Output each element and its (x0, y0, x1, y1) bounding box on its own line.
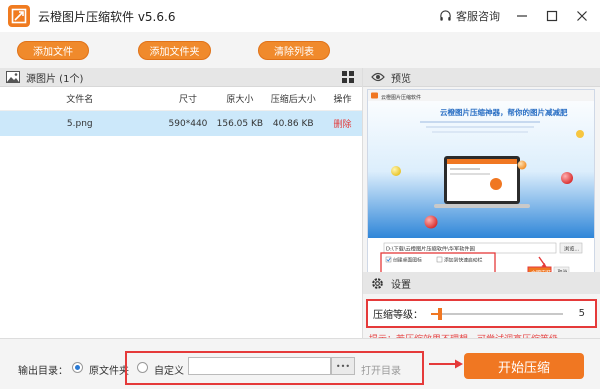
row-compressed-size: 40.86 KB (272, 118, 314, 129)
column-header-original-size: 原大小 (226, 95, 254, 105)
shot-app-name: 云橙图片压缩软件 (381, 94, 421, 101)
row-filename: 5.png (66, 118, 93, 129)
settings-header: 设置 (363, 272, 600, 294)
start-compress-button[interactable]: 开始压缩 (464, 353, 584, 379)
arrow-right-icon (429, 359, 463, 369)
source-panel-header: 源图片 (1个) (0, 68, 362, 87)
eye-icon (371, 72, 385, 82)
clear-list-button[interactable]: 清除列表 (258, 41, 330, 60)
compression-level-value: 5 (578, 308, 585, 319)
preview-image: 云橙图片压缩软件 云橙图片压缩神器，帮你的图片减减肥 D:\下载\云橙图片压缩软 (367, 89, 595, 281)
customer-service-button[interactable]: 客服咨询 (439, 8, 500, 24)
image-icon (6, 71, 20, 83)
open-directory-button[interactable]: 打开目录 (361, 362, 401, 377)
original-folder-label: 原文件夹 (89, 366, 129, 377)
grid-view-icon[interactable] (342, 71, 354, 83)
maximize-icon (546, 10, 558, 22)
headset-icon (440, 9, 451, 21)
row-original-size: 156.05 KB (216, 118, 264, 129)
compression-level-label: 压缩等级： (373, 310, 423, 321)
app-logo-icon (8, 5, 30, 27)
gear-icon (372, 277, 383, 289)
table-row[interactable]: 5.png 590*440 156.05 KB 40.86 KB 删除 (0, 111, 362, 136)
customer-service-label: 客服咨询 (456, 10, 500, 23)
preview-title: 预览 (391, 73, 411, 85)
maximize-button[interactable] (544, 8, 560, 24)
installer-screenshot: 云橙图片压缩软件 云橙图片压缩神器，帮你的图片减减肥 D:\下载\云橙图片压缩软 (368, 90, 594, 280)
shot-opt2: 添加到快速启动栏 (444, 257, 483, 264)
app-title: 云橙图片压缩软件 v5.6.6 (38, 9, 176, 24)
slider-track (431, 312, 563, 315)
original-folder-radio[interactable] (72, 362, 83, 373)
source-images-panel: 源图片 (1个) 文件名 尺寸 原大小 压缩后大小 操作 5.png 590*4… (0, 68, 363, 338)
shot-browse: 浏览... (564, 245, 580, 253)
output-dir-label: 输出目录： (18, 366, 68, 377)
toolbar: 添加文件 添加文件夹 清除列表 (0, 32, 600, 68)
row-dimensions: 590*440 (168, 118, 208, 129)
column-header-filename: 文件名 (66, 95, 94, 105)
compression-level-row: 压缩等级： 5 (366, 299, 597, 328)
source-panel-title: 源图片 (1个) (26, 73, 84, 85)
delete-link[interactable]: 删除 (323, 117, 362, 130)
slider-thumb[interactable] (438, 307, 442, 320)
slider-fill (431, 312, 438, 315)
add-file-button[interactable]: 添加文件 (17, 41, 89, 60)
close-icon (577, 11, 587, 21)
compression-level-slider[interactable] (431, 307, 563, 321)
close-button[interactable] (574, 8, 590, 24)
shot-path: D:\下载\云橙图片压缩软件\华军软件园 (386, 245, 475, 253)
shot-headline: 云橙图片压缩神器，帮你的图片减减肥 (440, 107, 568, 117)
column-header-compressed-size: 压缩后大小 (270, 95, 316, 105)
settings-title: 设置 (391, 279, 411, 291)
title-bar: 云橙图片压缩软件 v5.6.6 客服咨询 (0, 0, 600, 32)
column-header-dimensions: 尺寸 (178, 95, 197, 105)
column-header-action: 操作 (333, 95, 352, 105)
app-window: 云橙图片压缩软件 v5.6.6 客服咨询 添加文件 添加文件夹 清除列表 源图片 (0, 0, 600, 389)
shot-opt1: 创建桌面图标 (393, 257, 422, 264)
output-bar: 输出目录： 原文件夹 自定义 ••• 打开目录 开始压缩 (0, 338, 600, 389)
browse-more-button[interactable]: ••• (331, 357, 355, 375)
minimize-button[interactable] (514, 8, 530, 24)
preview-header: 预览 (363, 68, 600, 87)
minimize-icon (517, 15, 527, 17)
add-folder-button[interactable]: 添加文件夹 (138, 41, 211, 60)
table-header: 文件名 尺寸 原大小 压缩后大小 操作 (0, 87, 362, 111)
right-panel: 预览 云橙图片压缩软件 云橙图片压缩神器，帮你的图片减减肥 D:\下载\云橙图片… (363, 68, 600, 345)
custom-path-input[interactable] (188, 357, 331, 375)
